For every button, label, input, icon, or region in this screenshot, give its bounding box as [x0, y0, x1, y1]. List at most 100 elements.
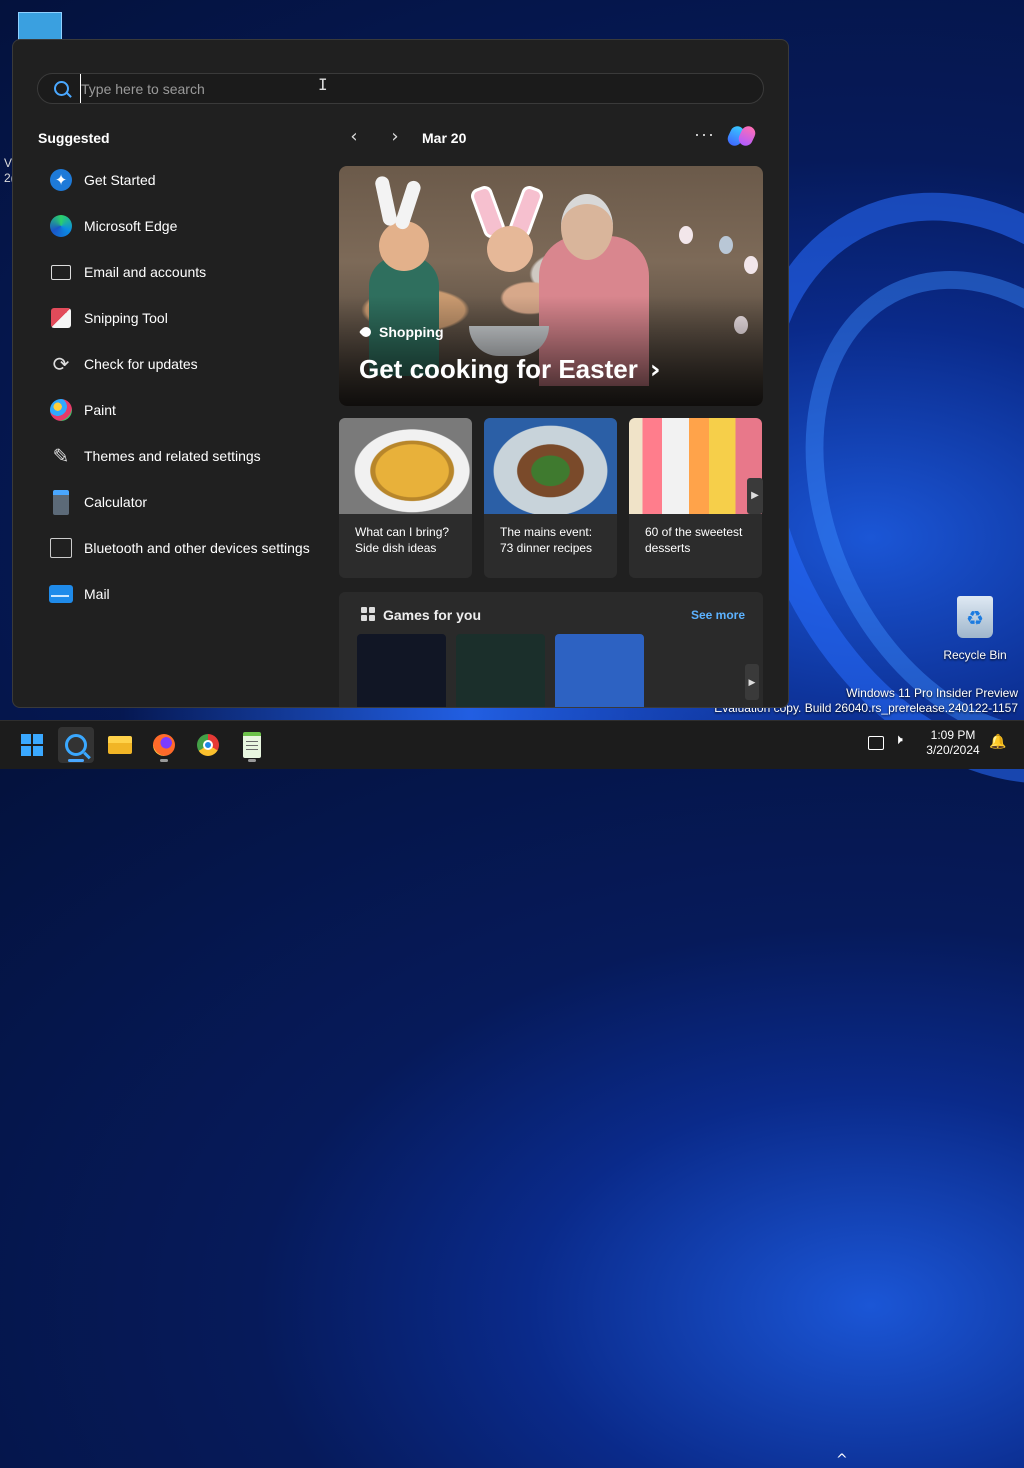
chevron-right-icon: ›: [649, 354, 661, 385]
file-explorer-icon: [108, 736, 132, 754]
tag-icon: [358, 324, 374, 340]
more-options-button[interactable]: ···: [694, 124, 715, 145]
app-label: Get Started: [84, 172, 156, 188]
news-card[interactable]: 60 of the sweetest desserts: [629, 418, 762, 578]
mail-outline-icon: [48, 259, 74, 285]
app-themes[interactable]: ✎ Themes and related settings: [38, 433, 328, 479]
desktop-shortcut-icon[interactable]: [18, 12, 62, 42]
clock-date: 3/20/2024: [926, 743, 980, 757]
refresh-icon: ⟳: [52, 353, 70, 376]
app-label: Email and accounts: [84, 264, 207, 280]
mail-icon: [48, 581, 74, 607]
caret-right-icon: ▶: [748, 677, 756, 687]
snipping-tool-icon: [48, 305, 74, 331]
taskbar-search-button[interactable]: [58, 727, 94, 763]
hero-title-text: Get cooking for Easter: [359, 354, 638, 384]
games-icon: [361, 607, 375, 621]
chevron-left-icon: ‹: [350, 126, 358, 147]
calculator-icon: [48, 489, 74, 515]
hero-category-label: Shopping: [379, 324, 444, 340]
firefox-icon: [153, 734, 175, 756]
see-more-link[interactable]: See more: [691, 608, 745, 622]
app-snipping-tool[interactable]: Snipping Tool: [38, 295, 328, 341]
hero-title: Get cooking for Easter ›: [359, 354, 661, 385]
app-bluetooth-devices[interactable]: Bluetooth and other devices settings: [38, 525, 328, 571]
recycle-bin-label: Recycle Bin: [943, 648, 1007, 662]
news-card-image: [484, 418, 617, 514]
news-card-line: Side dish ideas: [355, 541, 437, 555]
running-indicator: [248, 759, 256, 762]
app-get-started[interactable]: ✦ Get Started: [38, 157, 328, 203]
caret-right-icon: ▶: [751, 490, 759, 501]
app-label: Themes and related settings: [84, 448, 261, 464]
game-tile[interactable]: [357, 634, 446, 707]
previous-day-button[interactable]: ‹: [344, 127, 364, 147]
copilot-button[interactable]: [725, 123, 758, 149]
app-label: Check for updates: [84, 356, 198, 372]
notepad-button[interactable]: [234, 727, 270, 763]
recycle-bin[interactable]: Recycle Bin: [938, 596, 1012, 662]
cards-scroll-right-button[interactable]: ▶: [747, 478, 763, 514]
taskbar-clock[interactable]: 1:09 PM 3/20/2024: [918, 728, 988, 758]
news-cards: What can I bring? Side dish ideas The ma…: [339, 418, 763, 578]
news-card-line: The mains event:: [500, 525, 593, 539]
paint-icon: [48, 397, 74, 423]
show-hidden-icons-button[interactable]: ^: [836, 1452, 848, 1468]
firefox-button[interactable]: [146, 727, 182, 763]
app-label: Paint: [84, 402, 116, 418]
file-explorer-button[interactable]: [102, 727, 138, 763]
app-label: Microsoft Edge: [84, 218, 178, 234]
edge-icon: [48, 213, 74, 239]
notepad-icon: [243, 732, 261, 758]
app-label: Mail: [84, 586, 110, 602]
clock-time: 1:09 PM: [930, 728, 976, 742]
news-card-line: 73 dinner recipes: [500, 541, 593, 555]
news-card-title: 60 of the sweetest desserts: [629, 514, 762, 556]
chrome-icon: [197, 734, 219, 756]
news-card-image: [629, 418, 762, 514]
notifications-bell-icon[interactable]: 🔔: [989, 734, 1006, 750]
recycle-bin-icon: [957, 596, 993, 638]
search-input[interactable]: [80, 74, 741, 103]
active-indicator: [68, 759, 84, 762]
chrome-button[interactable]: [190, 727, 226, 763]
hero-news-card[interactable]: Shopping Get cooking for Easter ›: [339, 166, 763, 406]
network-icon[interactable]: [868, 736, 884, 750]
game-tile[interactable]: [555, 634, 644, 707]
news-card-line: What can I bring?: [355, 525, 450, 539]
app-microsoft-edge[interactable]: Microsoft Edge: [38, 203, 328, 249]
news-card-line: 60 of the sweetest: [645, 525, 743, 539]
text-cursor-icon: I: [318, 75, 328, 94]
app-calculator[interactable]: Calculator: [38, 479, 328, 525]
devices-icon: [48, 535, 74, 561]
games-section: Games for you See more ▶: [339, 592, 763, 707]
news-card-line: desserts: [645, 541, 691, 555]
news-card[interactable]: The mains event: 73 dinner recipes: [484, 418, 617, 578]
suggested-heading: Suggested: [38, 130, 110, 146]
start-button[interactable]: [14, 727, 50, 763]
brush-icon: ✎: [52, 445, 70, 468]
chevron-right-icon: ›: [391, 126, 399, 147]
running-indicator: [160, 759, 168, 762]
search-panel: I Suggested ✦ Get Started Microsoft Edge…: [12, 39, 789, 708]
start-icon: [21, 734, 43, 756]
game-tile[interactable]: [456, 634, 545, 707]
games-title: Games for you: [383, 607, 482, 623]
games-scroll-right-button[interactable]: ▶: [745, 664, 759, 700]
app-label: Snipping Tool: [84, 310, 168, 326]
volume-muted-icon[interactable]: 🕨: [894, 732, 903, 748]
app-paint[interactable]: Paint: [38, 387, 328, 433]
next-day-button[interactable]: ›: [385, 127, 405, 147]
search-icon: [54, 81, 69, 96]
get-started-icon: ✦: [48, 167, 74, 193]
suggested-list: ✦ Get Started Microsoft Edge Email and a…: [38, 157, 328, 617]
news-card[interactable]: What can I bring? Side dish ideas: [339, 418, 472, 578]
search-icon: [65, 734, 87, 756]
app-mail[interactable]: Mail: [38, 571, 328, 617]
app-label: Bluetooth and other devices settings: [84, 540, 310, 556]
search-box[interactable]: [37, 73, 764, 104]
app-check-updates[interactable]: ⟳ Check for updates: [38, 341, 328, 387]
news-card-image: [339, 418, 472, 514]
news-date: Mar 20: [422, 130, 467, 146]
app-email-accounts[interactable]: Email and accounts: [38, 249, 328, 295]
